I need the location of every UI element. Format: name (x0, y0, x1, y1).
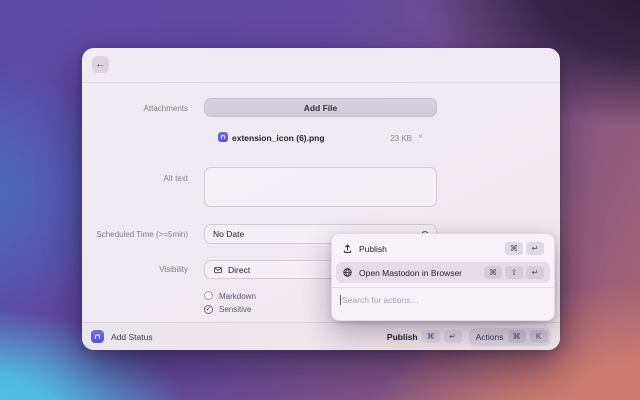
attachments-label: Attachments (82, 104, 188, 113)
cmd-key-badge: ⌘ (508, 330, 526, 343)
sensitive-checkbox[interactable]: ✓ (204, 305, 213, 314)
cmd-key-badge: ⌘ (505, 242, 523, 255)
visibility-value: Direct (228, 265, 250, 275)
shift-key-badge: ⇧ (505, 266, 523, 279)
action-item-label: Publish (359, 244, 387, 254)
markdown-checkbox[interactable] (204, 291, 213, 300)
actions-search-row (332, 288, 554, 312)
enter-key-badge: ↵ (526, 266, 544, 279)
sensitive-checkbox-label: Sensitive (219, 305, 251, 314)
envelope-icon (213, 265, 223, 275)
action-item-label: Open Mastodon in Browser (359, 268, 462, 278)
window-header: ← (82, 48, 560, 83)
text-cursor (340, 295, 341, 305)
actions-panel-list: Publish ⌘ ↵ Open Mastodon in Browser ⌘ ⇧… (332, 234, 554, 283)
k-key-badge: K (530, 330, 548, 343)
action-item-publish[interactable]: Publish ⌘ ↵ (336, 238, 550, 259)
cmd-key-badge: ⌘ (422, 330, 440, 343)
remove-file-icon[interactable]: × (418, 132, 423, 141)
markdown-checkbox-label: Markdown (219, 292, 256, 301)
actions-button-label: Actions (476, 332, 504, 342)
scheduled-time-value: No Date (213, 229, 244, 239)
action-item-open-mastodon[interactable]: Open Mastodon in Browser ⌘ ⇧ ↵ (336, 262, 550, 283)
alt-text-label: Alt text (82, 174, 188, 183)
scheduled-time-label: Scheduled Time (>=5min) (82, 230, 188, 239)
command-title: Add Status (111, 332, 153, 342)
mastodon-app-icon (91, 330, 104, 343)
bottom-action-bar: Add Status Publish ⌘ ↵ Actions ⌘ K (82, 322, 560, 350)
publish-button[interactable]: Publish ⌘ ↵ (387, 330, 462, 343)
publish-button-label: Publish (387, 332, 418, 342)
actions-panel: Publish ⌘ ↵ Open Mastodon in Browser ⌘ ⇧… (331, 233, 555, 321)
alt-text-input[interactable] (204, 167, 437, 207)
enter-key-badge: ↵ (444, 330, 462, 343)
cmd-key-badge: ⌘ (484, 266, 502, 279)
attached-file-size: 23 KB (374, 134, 412, 143)
globe-icon (342, 267, 353, 278)
add-file-button[interactable]: Add File (204, 98, 437, 117)
attached-file-name: extension_icon (6).png (232, 133, 325, 143)
mastodon-file-icon (218, 132, 228, 142)
visibility-label: Visibility (82, 265, 188, 274)
mastodon-glyph-icon (93, 332, 102, 341)
upload-icon (342, 243, 353, 254)
back-button[interactable]: ← (92, 56, 109, 73)
actions-button[interactable]: Actions ⌘ K (469, 328, 551, 346)
actions-search-input[interactable] (342, 295, 546, 305)
mastodon-glyph-icon (219, 133, 227, 141)
enter-key-badge: ↵ (526, 242, 544, 255)
